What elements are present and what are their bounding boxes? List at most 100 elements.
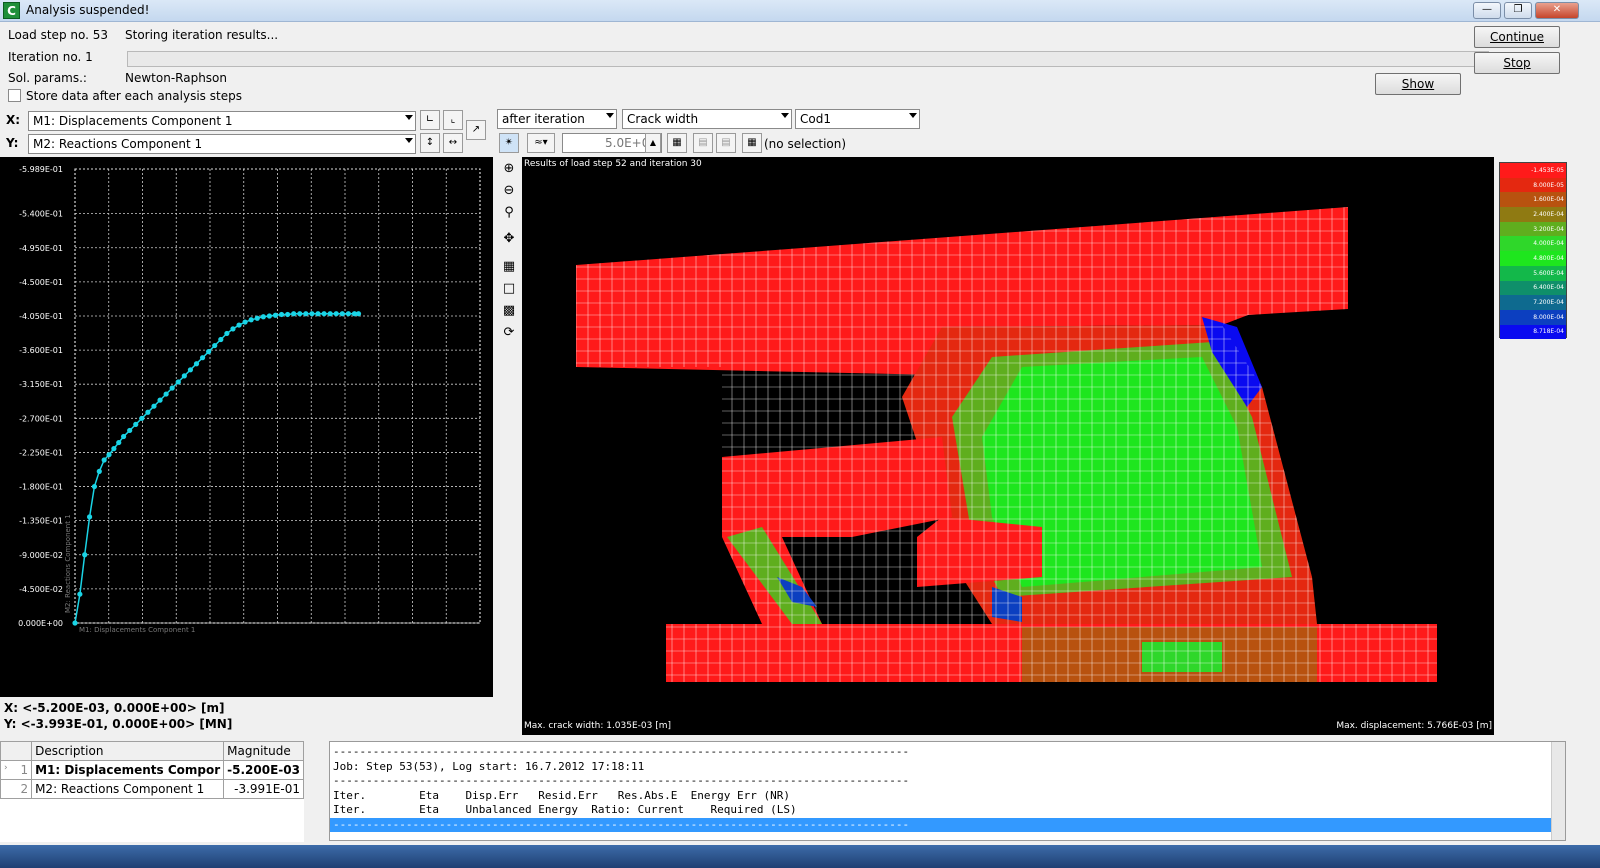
data-point — [193, 361, 200, 367]
fit-view-icon[interactable]: ▩ — [500, 302, 518, 320]
data-point — [297, 311, 303, 317]
data-point — [151, 403, 157, 409]
sol-params-value: Newton-Raphson — [125, 71, 228, 85]
zoom-box-icon[interactable]: □ — [500, 280, 518, 298]
window-title: Analysis suspended! — [26, 3, 150, 17]
log-line-selected: ----------------------------------------… — [330, 817, 1565, 832]
color-legend: -1.453E-05 8.000E-05 1.600E-04 2.400E-04 3.2… — [1499, 162, 1567, 340]
data-point — [72, 620, 78, 626]
pan-icon[interactable]: ✥ — [500, 230, 518, 248]
row-index: 2 — [0, 779, 33, 799]
scale-stepper[interactable]: ▲ — [645, 133, 661, 153]
stop-button[interactable]: Stop — [1474, 52, 1560, 74]
log-line: ----------------------------------------… — [333, 774, 910, 787]
data-point — [266, 313, 272, 319]
table-row[interactable]: 2 M2: Reactions Component 1 -3.991E-01 — [0, 779, 304, 799]
maximize-button[interactable]: ❐ — [1504, 2, 1532, 19]
data-point — [127, 427, 133, 434]
data-point — [260, 314, 266, 320]
x-axis-label: X: — [6, 113, 21, 127]
legend-label: 2.400E-04 — [1533, 210, 1564, 218]
fe-results-view[interactable]: Results of load step 52 and iteration 30… — [522, 157, 1494, 735]
sol-params-label: Sol. params.: — [8, 71, 87, 85]
data-point — [309, 311, 315, 317]
legend-label: 8.000E-05 — [1533, 181, 1564, 189]
data-point — [333, 311, 339, 317]
crack-display-icon[interactable]: ≈▾ — [527, 133, 555, 153]
store-data-checkbox[interactable] — [8, 89, 21, 102]
log-scrollbar[interactable] — [1551, 742, 1565, 840]
data-point — [169, 385, 175, 391]
col-magnitude: Magnitude — [223, 741, 304, 761]
legend-label: 5.600E-04 — [1533, 269, 1564, 277]
data-point — [116, 439, 122, 446]
progress-bar — [127, 51, 1489, 67]
data-point — [111, 446, 117, 452]
data-point — [163, 391, 169, 397]
row-index: › 1 — [0, 760, 33, 780]
selection-icon[interactable]: ▦ — [742, 133, 762, 153]
chart-corner-icon[interactable]: ⌞ — [443, 110, 463, 130]
zoom-in-icon[interactable]: ⊕ — [500, 160, 518, 178]
zoom-extent-icon[interactable]: ▦ — [500, 258, 518, 276]
table-row[interactable]: › 1 M1: Displacements Compor -5.200E-03 — [0, 760, 304, 780]
analysis-log[interactable]: ----------------------------------------… — [329, 741, 1566, 841]
calculator-icon[interactable]: ▦ — [667, 133, 687, 153]
zoom-out-icon[interactable]: ⊖ — [500, 182, 518, 200]
cracks-icon[interactable]: ✴ — [499, 133, 519, 153]
load-step-label: Load step no. 53 — [8, 28, 109, 42]
minimize-button[interactable]: — — [1473, 2, 1501, 19]
data-point — [339, 311, 345, 317]
y-tick-label: -1.800E-01 — [19, 483, 63, 492]
quantity-select[interactable]: Crack width — [622, 109, 792, 129]
row-description: M2: Reactions Component 1 — [31, 779, 225, 799]
rotate-view-icon[interactable]: ⟳ — [500, 324, 518, 342]
chart-line-icon[interactable]: ↗ — [466, 120, 486, 140]
legend-label: 4.000E-04 — [1533, 240, 1564, 248]
zoom-window-icon[interactable]: ⚲ — [500, 204, 518, 222]
store-data-label: Store data after each analysis steps — [26, 89, 242, 103]
data-point — [121, 433, 127, 440]
title-bar: C Analysis suspended! — ❐ ✕ — [0, 0, 1600, 22]
y-tick-label: -5.989E-01 — [19, 165, 63, 174]
list-alt-icon[interactable]: ▤ — [716, 133, 736, 153]
fit-horizontal-icon[interactable]: ↔ — [443, 133, 463, 153]
fit-vertical-icon[interactable]: ↕ — [420, 133, 440, 153]
y-tick-label: -2.700E-01 — [19, 414, 63, 423]
fe-mesh — [576, 207, 1437, 682]
chart-axes-icon[interactable]: ∟ — [420, 110, 440, 130]
row-magnitude: -3.991E-01 — [223, 779, 304, 799]
legend-label: 6.400E-04 — [1533, 284, 1564, 292]
cursor-x: X: <-5.200E-03, 0.000E+00> [m] — [4, 701, 225, 715]
data-point — [278, 311, 285, 318]
close-button[interactable]: ✕ — [1535, 2, 1579, 19]
data-point — [248, 317, 254, 323]
row-description: M1: Displacements Compor — [31, 760, 225, 780]
list-icon[interactable]: ▤ — [693, 133, 713, 153]
x-quantity-select[interactable]: M1: Displacements Component 1 — [28, 111, 416, 131]
data-point — [101, 457, 107, 463]
chart-svg: -5.989E-01 -5.400E-01 -4.950E-01 -4.500E-01… — [18, 165, 481, 634]
data-point — [106, 452, 112, 458]
cursor-y: Y: <-3.993E-01, 0.000E+00> [MN] — [4, 717, 233, 731]
x-quantity-value: M1: Displacements Component 1 — [33, 114, 233, 128]
legend-label: 8.718E-04 — [1533, 328, 1564, 336]
load-displacement-chart[interactable]: -5.989E-01 -5.400E-01 -4.950E-01 -4.500E-01… — [0, 157, 493, 697]
legend-label: 3.200E-04 — [1533, 225, 1564, 233]
result-mode-select[interactable]: after iteration — [497, 109, 617, 129]
legend-entry: 2.400E-04 — [1500, 207, 1566, 222]
data-point — [242, 319, 248, 325]
legend-entry: 3.200E-04 — [1500, 221, 1566, 237]
y-tick-label: -2.250E-01 — [19, 448, 63, 457]
y-tick-label: -3.150E-01 — [19, 380, 63, 389]
stop-label: Stop — [1503, 56, 1531, 70]
show-button[interactable]: Show — [1375, 73, 1461, 95]
x-axis-title: M1: Displacements Component 1 — [79, 626, 195, 634]
row-magnitude: -5.200E-03 — [223, 760, 304, 780]
y-quantity-select[interactable]: M2: Reactions Component 1 — [28, 134, 416, 154]
y-tick-label: 0.000E+00 — [18, 619, 63, 628]
y-axis-label: Y: — [6, 136, 19, 150]
continue-button[interactable]: Continue — [1474, 26, 1560, 48]
component-select[interactable]: Cod1 — [795, 109, 920, 129]
show-label: Show — [1401, 77, 1435, 91]
